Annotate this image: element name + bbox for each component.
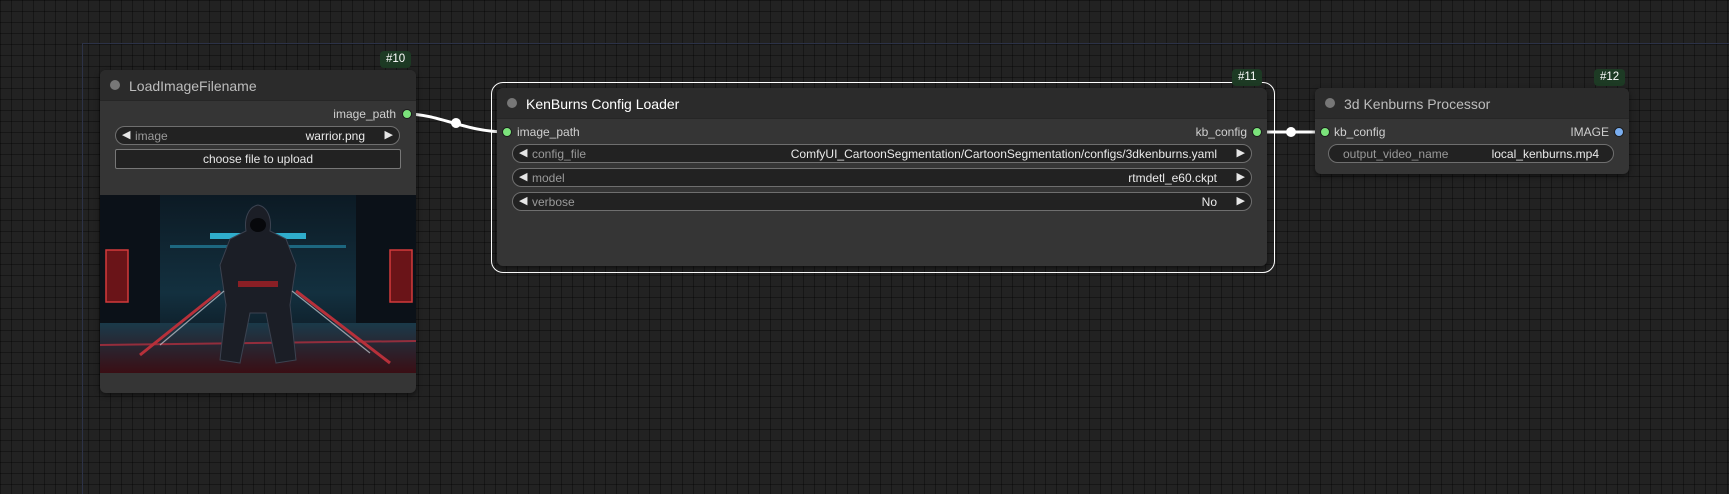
node-title-bar[interactable]: LoadImageFilename: [100, 70, 416, 101]
input-slot-dot-icon[interactable]: [502, 127, 512, 137]
node-id-badge: #12: [1594, 69, 1626, 86]
combo-widget-model[interactable]: ◀ model rtmdetl_e60.ckpt ▶: [512, 168, 1252, 187]
output-slot-dot-icon[interactable]: [1614, 127, 1624, 137]
input-slot-label: image_path: [517, 125, 580, 139]
output-slot-label: kb_config: [1195, 125, 1247, 139]
preview-image-icon: [100, 195, 416, 373]
node-title: KenBurns Config Loader: [526, 96, 680, 112]
input-slot-label: kb_config: [1334, 125, 1386, 139]
canvas-guide-horizontal: [82, 43, 1729, 44]
node-title: LoadImageFilename: [129, 78, 257, 94]
combo-widget-config-file[interactable]: ◀ config_file ComfyUI_CartoonSegmentatio…: [512, 144, 1252, 163]
warrior-image-preview: [100, 195, 416, 373]
arrow-left-icon[interactable]: ◀: [519, 194, 527, 207]
output-slot-label: image_path: [333, 107, 396, 121]
collapse-dot-icon[interactable]: [507, 98, 517, 108]
arrow-right-icon[interactable]: ▶: [1237, 146, 1245, 159]
widget-value: warrior.png: [305, 129, 365, 143]
output-slot-label: IMAGE: [1570, 125, 1609, 139]
canvas-guide-vertical: [82, 43, 83, 494]
combo-widget-image[interactable]: ◀ image warrior.png ▶: [115, 126, 400, 145]
node-load-image-filename[interactable]: LoadImageFilename image_path ◀ image war…: [100, 70, 416, 393]
arrow-left-icon[interactable]: ◀: [519, 146, 527, 159]
widget-label: verbose: [532, 195, 575, 209]
output-slot-dot-icon[interactable]: [1252, 127, 1262, 137]
arrow-right-icon[interactable]: ▶: [385, 128, 393, 141]
arrow-left-icon[interactable]: ◀: [122, 128, 130, 141]
text-widget-output-video-name[interactable]: output_video_name local_kenburns.mp4: [1328, 144, 1614, 163]
widget-label: output_video_name: [1343, 147, 1449, 161]
widget-label: model: [532, 171, 565, 185]
widget-value: No: [1201, 195, 1217, 209]
widget-value: ComfyUI_CartoonSegmentation/CartoonSegme…: [790, 147, 1217, 161]
node-title-bar[interactable]: 3d Kenburns Processor: [1315, 88, 1629, 119]
arrow-right-icon[interactable]: ▶: [1237, 170, 1245, 183]
collapse-dot-icon[interactable]: [1325, 98, 1335, 108]
widget-value: local_kenburns.mp4: [1491, 147, 1599, 161]
node-title-bar[interactable]: KenBurns Config Loader: [497, 88, 1267, 119]
arrow-left-icon[interactable]: ◀: [519, 170, 527, 183]
arrow-right-icon[interactable]: ▶: [1237, 194, 1245, 207]
upload-button[interactable]: choose file to upload: [115, 149, 401, 169]
widget-label: image: [135, 129, 168, 143]
node-3d-kenburns-processor[interactable]: 3d Kenburns Processor kb_config IMAGE ou…: [1315, 88, 1629, 174]
node-id-badge: #10: [380, 51, 412, 68]
output-slot-dot-icon[interactable]: [402, 109, 412, 119]
node-title: 3d Kenburns Processor: [1344, 96, 1491, 112]
input-slot-dot-icon[interactable]: [1320, 127, 1330, 137]
wire-kb-config-midpoint[interactable]: [1286, 127, 1296, 137]
node-id-badge: #11: [1232, 69, 1263, 86]
widget-value: rtmdetl_e60.ckpt: [1128, 171, 1217, 185]
collapse-dot-icon[interactable]: [110, 80, 120, 90]
combo-widget-verbose[interactable]: ◀ verbose No ▶: [512, 192, 1252, 211]
node-kenburns-config-loader[interactable]: KenBurns Config Loader image_path kb_con…: [497, 88, 1267, 266]
wire-image-path[interactable]: [405, 112, 508, 134]
widget-label: config_file: [532, 147, 587, 161]
wire-image-path-midpoint[interactable]: [451, 118, 461, 128]
